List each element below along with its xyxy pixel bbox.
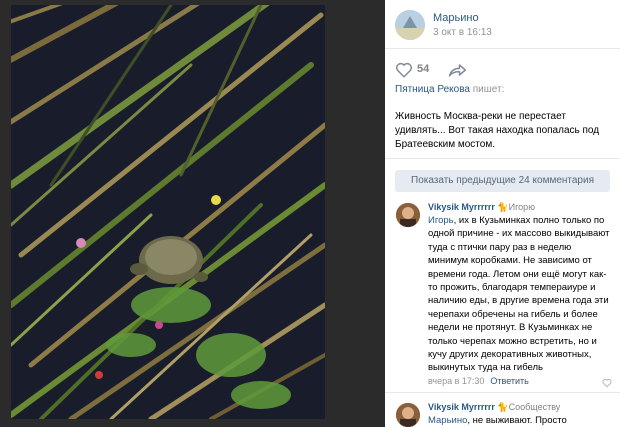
- comment-reply-to[interactable]: Игорю: [509, 202, 535, 212]
- heart-icon[interactable]: [602, 378, 612, 388]
- comment-addressee[interactable]: Марьино: [428, 415, 467, 426]
- comment-body: , не выживают. Просто: [467, 415, 567, 426]
- comment-body: , их в Кузьминках полно только по одной …: [428, 215, 610, 374]
- comment-author[interactable]: Vikysik Myrrrrrr: [428, 202, 495, 212]
- divider: [385, 158, 620, 159]
- repost-line: Пятница Рекова пишет:: [395, 84, 504, 95]
- turtle-in-reeds-image: [11, 5, 325, 419]
- comment-author[interactable]: Vikysik Myrrrrrr: [428, 402, 495, 412]
- post-author[interactable]: Марьино: [433, 12, 479, 24]
- like-icon[interactable]: [395, 61, 413, 79]
- commenter-avatar-image: [396, 403, 420, 427]
- reply-button[interactable]: Ответить: [490, 376, 528, 386]
- cat-emoji-icon: 🐈: [497, 402, 509, 412]
- share-icon[interactable]: [447, 61, 467, 79]
- avatar[interactable]: [396, 203, 420, 227]
- like-count: 54: [417, 63, 430, 75]
- comment-time[interactable]: вчера в 17:30: [428, 376, 484, 386]
- post-header: Марьино 3 окт в 16:13: [385, 0, 620, 48]
- divider: [385, 392, 620, 393]
- post-photo[interactable]: [11, 5, 325, 419]
- avatar[interactable]: [395, 10, 425, 40]
- photo-viewer: [0, 0, 385, 427]
- post-text: Живность Москва-реки не перестает удивля…: [395, 111, 600, 150]
- comment-text: Марьино, не выживают. Просто: [428, 414, 611, 427]
- repost-author[interactable]: Пятница Рекова: [395, 84, 470, 95]
- comment-addressee[interactable]: Игорь: [428, 215, 454, 226]
- comment-author-line: Vikysik Myrrrrrr 🐈Сообществу: [428, 402, 560, 413]
- post-sidebar: Марьино 3 окт в 16:13 54 Пятница Рекова …: [385, 0, 620, 427]
- commenter-avatar-image: [396, 203, 420, 227]
- cat-emoji-icon: 🐈: [497, 202, 509, 212]
- comment-reply-to[interactable]: Сообществу: [509, 402, 561, 412]
- repost-suffix: пишет:: [469, 84, 505, 95]
- comment-meta: вчера в 17:30 Ответить: [428, 376, 529, 386]
- divider: [385, 48, 620, 49]
- comment-text: Игорь, их в Кузьминках полно только по о…: [428, 214, 611, 375]
- post-actions: 54: [385, 55, 620, 85]
- post-date[interactable]: 3 окт в 16:13: [433, 27, 492, 38]
- comment-author-line: Vikysik Myrrrrrr 🐈Игорю: [428, 202, 535, 213]
- group-avatar-image: [395, 10, 425, 40]
- show-previous-comments-button[interactable]: Показать предыдущие 24 комментария: [395, 170, 610, 192]
- avatar[interactable]: [396, 403, 420, 427]
